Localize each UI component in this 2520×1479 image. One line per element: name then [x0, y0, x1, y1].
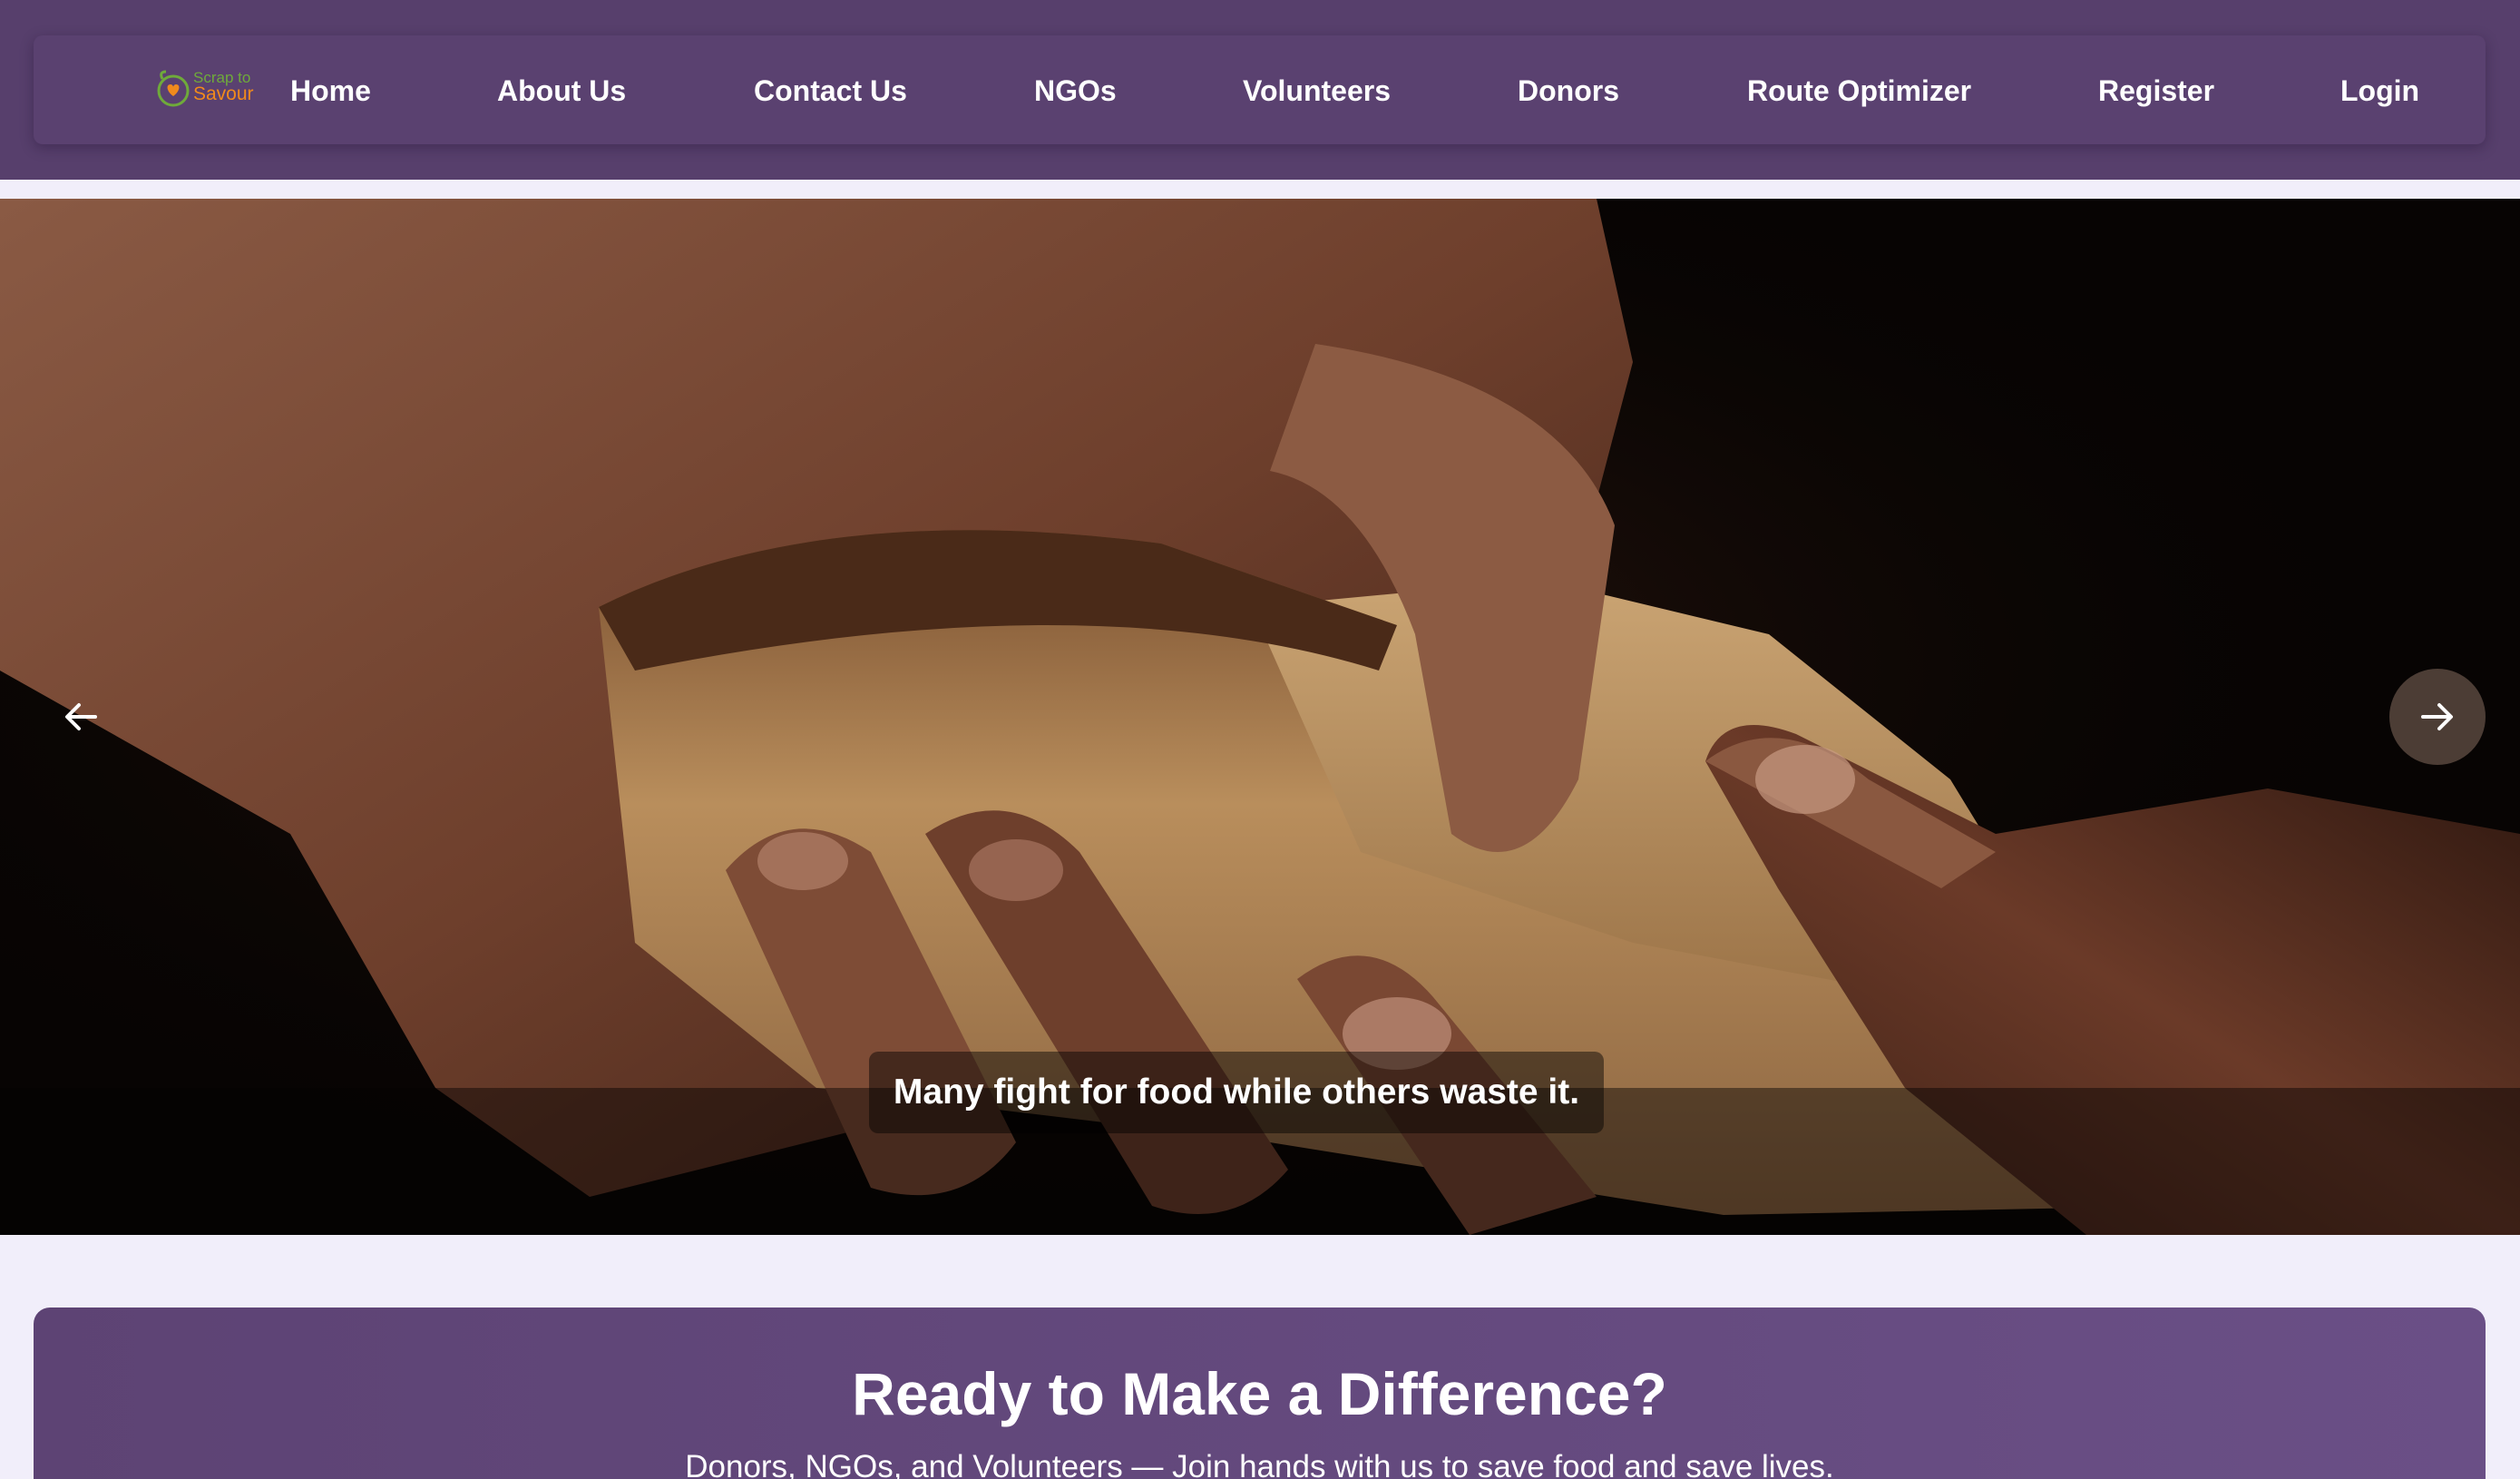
- arrow-right-icon: [2421, 703, 2453, 730]
- slide-caption: Many fight for food while others waste i…: [893, 1073, 1580, 1112]
- nav-login[interactable]: Login: [2340, 74, 2419, 107]
- nav-contact-us[interactable]: Contact Us: [754, 74, 907, 107]
- brand-logo[interactable]: Scrap to Savour: [153, 63, 289, 117]
- nav-home[interactable]: Home: [290, 74, 371, 107]
- arrow-left-icon: [65, 703, 97, 730]
- brand-name: Scrap to Savour: [193, 70, 293, 104]
- nav-register[interactable]: Register: [2098, 74, 2214, 107]
- nav-about-us[interactable]: About Us: [497, 74, 626, 107]
- header: Scrap to Savour Home About Us Contact Us…: [0, 0, 2520, 180]
- hero-carousel: Many fight for food while others waste i…: [0, 199, 2520, 1235]
- nav-ngos[interactable]: NGOs: [1034, 74, 1117, 107]
- heart-plate-logo-icon: [157, 70, 190, 107]
- cta-title: Ready to Make a Difference?: [852, 1360, 1667, 1427]
- cta-subtitle: Donors, NGOs, and Volunteers — Join hand…: [685, 1449, 1834, 1479]
- nav-volunteers[interactable]: Volunteers: [1243, 74, 1391, 107]
- nav-route-optimizer[interactable]: Route Optimizer: [1747, 74, 1971, 107]
- brand-name-line2: Savour: [193, 83, 254, 104]
- carousel-next-button[interactable]: [2389, 669, 2486, 765]
- carousel-prev-button[interactable]: [33, 669, 129, 765]
- slide-caption-box: Many fight for food while others waste i…: [869, 1052, 1604, 1133]
- nav-donors[interactable]: Donors: [1518, 74, 1619, 107]
- cta-card: Ready to Make a Difference? Donors, NGOs…: [34, 1308, 2486, 1479]
- navbar: Scrap to Savour Home About Us Contact Us…: [34, 35, 2486, 144]
